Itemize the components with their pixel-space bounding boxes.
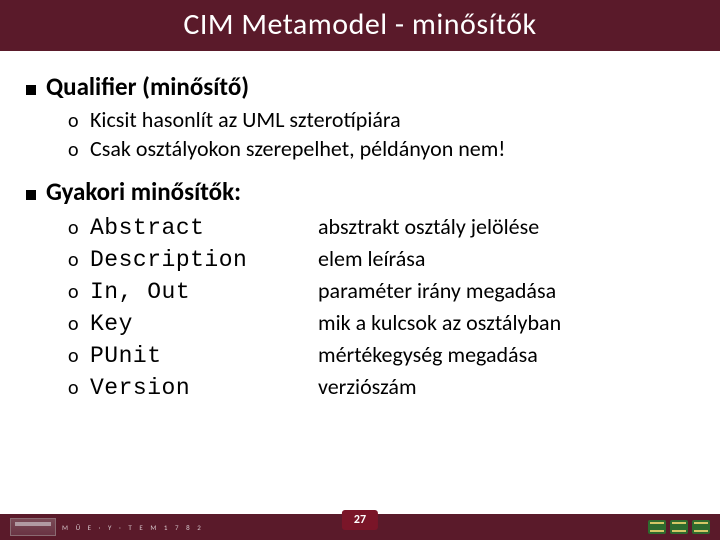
section-heading: Gyakori minősítők: [46,176,241,207]
slide-title: CIM Metamodel - minősítők [0,0,720,51]
qualifier-row: o Description elem leírása [68,245,694,273]
qualifier-name-cell: o In, Out [68,279,318,305]
qualifier-list: o Abstract absztrakt osztály jelölése o … [68,213,694,401]
circle-bullet-icon: o [68,346,82,366]
footer-right [648,520,710,534]
circle-bullet-icon: o [68,378,82,398]
circle-bullet-icon: o [68,140,82,160]
circle-bullet-icon: o [68,282,82,302]
footer-org-text: M Ű E · Y · T E M 1 7 8 2 [62,523,204,532]
qualifier-row: o Version verziószám [68,373,694,401]
qualifier-name: In, Out [90,279,190,305]
list-item: o Csak osztályokon szerepelhet, példányo… [68,135,694,162]
qualifier-name: Abstract [90,215,204,241]
qualifier-name-cell: o Description [68,247,318,273]
decor-chip-icon [670,520,688,534]
qualifier-name-cell: o Abstract [68,215,318,241]
section1-items: o Kicsit hasonlít az UML szterotípiára o… [68,106,694,162]
qualifier-desc: verziószám [318,373,417,400]
university-logo-icon [10,518,56,536]
section-common-qualifiers: Gyakori minősítők: o Abstract absztrakt … [26,176,694,401]
page-number-badge: 27 [342,510,378,530]
list-item: o Kicsit hasonlít az UML szterotípiára [68,106,694,133]
qualifier-name-cell: o PUnit [68,343,318,369]
section-heading: Qualifier (minősítő) [46,71,249,102]
heading-row: Qualifier (minősítő) [26,71,694,102]
qualifier-name: Key [90,311,133,337]
qualifier-row: o Key mik a kulcsok az osztályban [68,309,694,337]
circle-bullet-icon: o [68,250,82,270]
circle-bullet-icon: o [68,111,82,131]
item-text: Csak osztályokon szerepelhet, példányon … [90,135,505,162]
section-qualifier: Qualifier (minősítő) o Kicsit hasonlít a… [26,71,694,162]
circle-bullet-icon: o [68,314,82,334]
square-bullet-icon [26,85,36,95]
item-text: Kicsit hasonlít az UML szterotípiára [90,106,401,133]
slide: CIM Metamodel - minősítők Qualifier (min… [0,0,720,540]
qualifier-name: Description [90,247,247,273]
qualifier-desc: absztrakt osztály jelölése [318,213,539,240]
qualifier-desc: paraméter irány megadása [318,277,556,304]
qualifier-row: o PUnit mértékegység megadása [68,341,694,369]
qualifier-name-cell: o Key [68,311,318,337]
decor-chip-icon [648,520,666,534]
qualifier-row: o Abstract absztrakt osztály jelölése [68,213,694,241]
footer-left: M Ű E · Y · T E M 1 7 8 2 [10,518,204,536]
decor-chip-icon [692,520,710,534]
qualifier-name-cell: o Version [68,375,318,401]
circle-bullet-icon: o [68,218,82,238]
heading-row: Gyakori minősítők: [26,176,694,207]
square-bullet-icon [26,190,36,200]
qualifier-name: Version [90,375,190,401]
qualifier-desc: elem leírása [318,245,425,272]
slide-content: Qualifier (minősítő) o Kicsit hasonlít a… [0,51,720,514]
qualifier-desc: mértékegység megadása [318,341,538,368]
qualifier-row: o In, Out paraméter irány megadása [68,277,694,305]
qualifier-name: PUnit [90,343,162,369]
qualifier-desc: mik a kulcsok az osztályban [318,309,561,336]
